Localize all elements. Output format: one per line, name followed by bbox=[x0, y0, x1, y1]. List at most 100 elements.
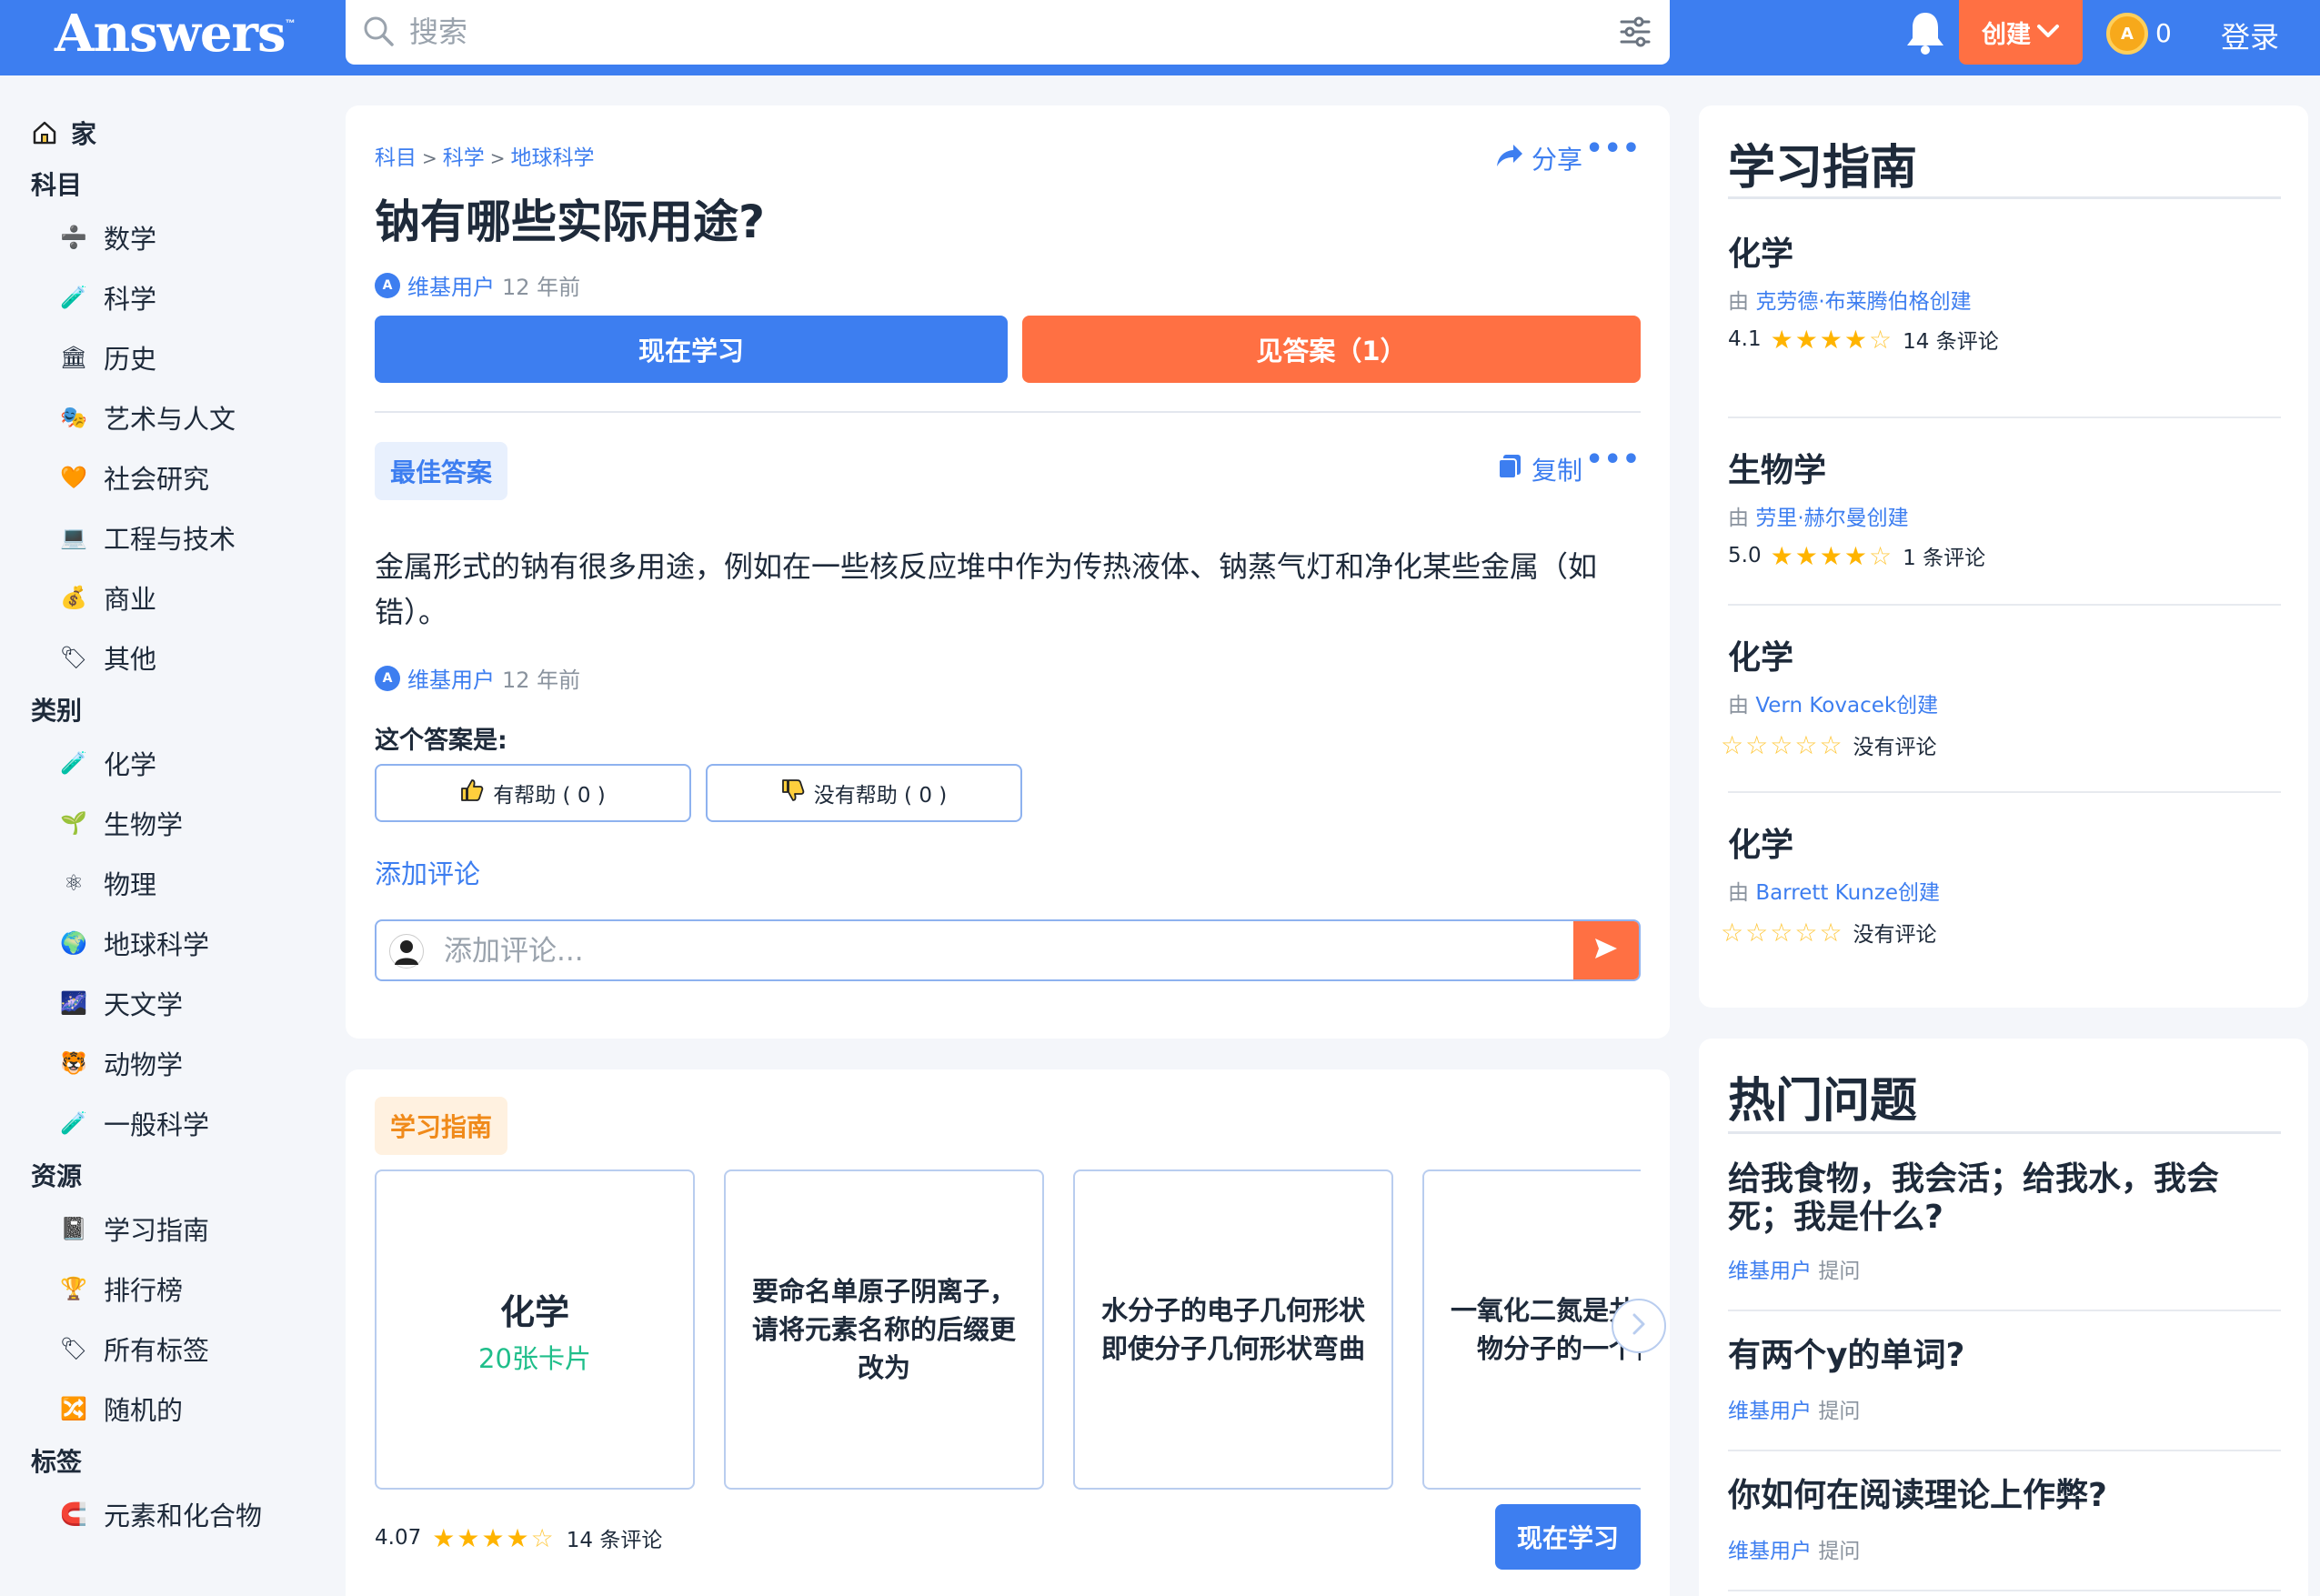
flashcard[interactable]: 化学 20张卡片 bbox=[375, 1169, 695, 1490]
coin-icon[interactable]: A bbox=[2106, 13, 2148, 55]
guide-author-line: 由 劳里·赫尔曼创建 bbox=[1728, 500, 1909, 531]
sidebar-item-label: 工程与技术 bbox=[104, 524, 236, 555]
sidebar-item-chemistry[interactable]: 🧪 化学 bbox=[60, 744, 156, 782]
sidebar-item-earth-science[interactable]: 🌍 地球科学 bbox=[60, 924, 209, 962]
flashcard[interactable]: 要命名单原子阴离子，请将元素名称的后缀更改为 bbox=[724, 1169, 1044, 1490]
sidebar-item-label: 天文学 bbox=[104, 989, 184, 1020]
sidebar-item-all-tags[interactable]: 🏷 所有标签 bbox=[60, 1330, 209, 1368]
question-author[interactable]: 维基用户 bbox=[407, 269, 495, 301]
sidebar-item-zoology[interactable]: 🐯 动物学 bbox=[60, 1044, 183, 1082]
breadcrumb-item[interactable]: 地球科学 bbox=[511, 146, 595, 170]
helpful-button[interactable]: 有帮助 ( 0 ) bbox=[375, 764, 691, 822]
hot-question-meta: 维基用户 提问 bbox=[1728, 1533, 1860, 1564]
sidebar-item-label: 化学 bbox=[104, 749, 157, 780]
breadcrumb-item[interactable]: 科目 bbox=[375, 146, 417, 170]
guide-author-line: 由 Barrett Kunze创建 bbox=[1728, 875, 1940, 906]
login-link[interactable]: 登录 bbox=[2221, 15, 2279, 56]
sidebar-item-social-studies[interactable]: 🧡 社会研究 bbox=[60, 458, 209, 497]
add-comment-link[interactable]: 添加评论 bbox=[375, 853, 480, 891]
see-answer-button[interactable]: 见答案（1） bbox=[1022, 316, 1641, 383]
question-card: 科目 > 科学 > 地球科学 分享 ••• 钠有哪些实际用途? A 维基用户 12 年前… bbox=[346, 105, 1670, 1039]
divider bbox=[1728, 1590, 2281, 1591]
helpful-label: 有帮助 ( 0 ) bbox=[493, 784, 606, 808]
guide-author[interactable]: 克劳德·布莱腾伯格创建 bbox=[1755, 290, 1971, 314]
sidebar-item-label: 排行榜 bbox=[104, 1275, 184, 1306]
by-prefix: 由 bbox=[1728, 881, 1749, 905]
sidebar-item-physics[interactable]: ⚛ 物理 bbox=[60, 864, 156, 902]
guide-subject[interactable]: 化学 bbox=[1728, 631, 1793, 678]
study-now-button[interactable]: 现在学习 bbox=[375, 316, 1008, 383]
review-count: 14 条评论 bbox=[566, 1529, 663, 1552]
sidebar-item-history[interactable]: 🏛 历史 bbox=[60, 338, 156, 376]
sidebar-item-label: 历史 bbox=[104, 344, 157, 375]
question-author[interactable]: 维基用户 bbox=[1728, 1540, 1812, 1563]
hot-question-link[interactable]: 你如何在阅读理论上作弊? bbox=[1728, 1477, 2274, 1515]
search-input[interactable] bbox=[409, 11, 1573, 53]
chevron-down-icon bbox=[2036, 18, 2060, 46]
sidebar-item-label: 所有标签 bbox=[104, 1335, 210, 1366]
guide-author[interactable]: Vern Kovacek创建 bbox=[1755, 694, 1938, 718]
flashcard-count: 20张卡片 bbox=[478, 1342, 591, 1374]
answer-author[interactable]: 维基用户 bbox=[407, 662, 495, 694]
guide-rating: ☆☆☆☆☆ 没有评论 bbox=[1721, 729, 1937, 760]
flashcard[interactable]: 水分子的电子几何形状即使分子几何形状弯曲 bbox=[1073, 1169, 1393, 1490]
sidebar-item-other[interactable]: 🏷 其他 bbox=[60, 638, 156, 677]
sidebar-item-general-science[interactable]: 🧪 一般科学 bbox=[60, 1104, 209, 1142]
guide-author[interactable]: 劳里·赫尔曼创建 bbox=[1755, 507, 1908, 530]
sidebar-item-home[interactable]: 家 bbox=[31, 115, 96, 151]
question-author[interactable]: 维基用户 bbox=[1728, 1260, 1812, 1283]
other-icon: 🏷 bbox=[59, 645, 88, 670]
guide-subject[interactable]: 化学 bbox=[1728, 818, 1793, 866]
rating-value: 5.0 bbox=[1728, 544, 1762, 567]
sidebar-item-biology[interactable]: 🌱 生物学 bbox=[60, 804, 183, 842]
sidebar-item-science[interactable]: 🧪 科学 bbox=[60, 278, 156, 316]
question-author[interactable]: 维基用户 bbox=[1728, 1400, 1812, 1423]
filter-icon[interactable] bbox=[1619, 16, 1652, 51]
hot-question-link[interactable]: 有两个y的单词? bbox=[1728, 1337, 2274, 1375]
share-label: 分享 bbox=[1531, 145, 1582, 175]
sidebar-section-subjects: 科目 bbox=[31, 170, 83, 200]
sidebar-section-resources: 资源 bbox=[31, 1161, 83, 1191]
divider bbox=[1728, 604, 2281, 606]
sidebar-item-business[interactable]: 💰 商业 bbox=[60, 578, 156, 617]
sidebar-item-math[interactable]: ➗ 数学 bbox=[60, 218, 156, 256]
not-helpful-button[interactable]: 没有帮助 ( 0 ) bbox=[706, 764, 1022, 822]
sidebar-item-random[interactable]: 🔀 随机的 bbox=[60, 1390, 183, 1428]
share-button[interactable]: 分享 bbox=[1495, 140, 1582, 176]
review-count: 1 条评论 bbox=[1903, 547, 1986, 570]
sidebar-item-arts[interactable]: 🎭 艺术与人文 bbox=[60, 398, 236, 437]
sidebar-item-engineering[interactable]: 💻 工程与技术 bbox=[60, 518, 236, 557]
notification-bell-icon[interactable] bbox=[1903, 9, 1948, 60]
divider bbox=[1728, 1310, 2281, 1311]
send-comment-button[interactable] bbox=[1573, 921, 1639, 979]
asked-label: 提问 bbox=[1818, 1260, 1861, 1283]
sidebar-item-label: 商业 bbox=[104, 584, 157, 615]
study-now-button[interactable]: 现在学习 bbox=[1495, 1504, 1641, 1570]
guide-author[interactable]: Barrett Kunze创建 bbox=[1755, 881, 1940, 905]
sidebar-item-study-guides[interactable]: 📓 学习指南 bbox=[60, 1210, 209, 1248]
sidebar-item-astronomy[interactable]: 🌌 天文学 bbox=[60, 984, 183, 1022]
answers-logo[interactable]: Answers™ bbox=[55, 4, 296, 64]
flashcard-term: 水分子的电子几何形状即使分子几何形状弯曲 bbox=[1100, 1295, 1365, 1364]
guide-author-line: 由 克劳德·布莱腾伯格创建 bbox=[1728, 284, 1972, 315]
flashcard[interactable]: 一氧化二氮是共价化合物分子的一个例子 bbox=[1422, 1169, 1641, 1490]
home-icon bbox=[31, 119, 58, 146]
sidebar-item-label: 科学 bbox=[104, 284, 157, 315]
sidebar-item-elements-compounds[interactable]: 🧲 元素和化合物 bbox=[60, 1495, 262, 1533]
review-count: 没有评论 bbox=[1853, 923, 1937, 947]
carousel-next-button[interactable] bbox=[1612, 1299, 1666, 1353]
answer-more-options-icon[interactable]: ••• bbox=[1585, 444, 1641, 476]
breadcrumb-item[interactable]: 科学 bbox=[443, 146, 485, 170]
comment-input[interactable] bbox=[444, 930, 1517, 972]
guide-subject[interactable]: 生物学 bbox=[1728, 444, 1826, 491]
copy-button[interactable]: 复制 bbox=[1497, 451, 1582, 487]
study-guide-badge: 学习指南 bbox=[375, 1097, 507, 1155]
by-prefix: 由 bbox=[1728, 507, 1749, 530]
guide-subject[interactable]: 化学 bbox=[1728, 227, 1793, 275]
rating-value: 4.1 bbox=[1728, 327, 1762, 351]
create-button[interactable]: 创建 bbox=[1959, 0, 2083, 65]
hot-question-link[interactable]: 给我食物，我会活；给我水，我会死；我是什么? bbox=[1728, 1160, 2274, 1237]
more-options-icon[interactable]: ••• bbox=[1585, 133, 1641, 165]
sidebar-item-leaderboard[interactable]: 🏆 排行榜 bbox=[60, 1270, 183, 1308]
flashcard-term: 要命名单原子阴离子，请将元素名称的后缀更改为 bbox=[751, 1276, 1016, 1383]
